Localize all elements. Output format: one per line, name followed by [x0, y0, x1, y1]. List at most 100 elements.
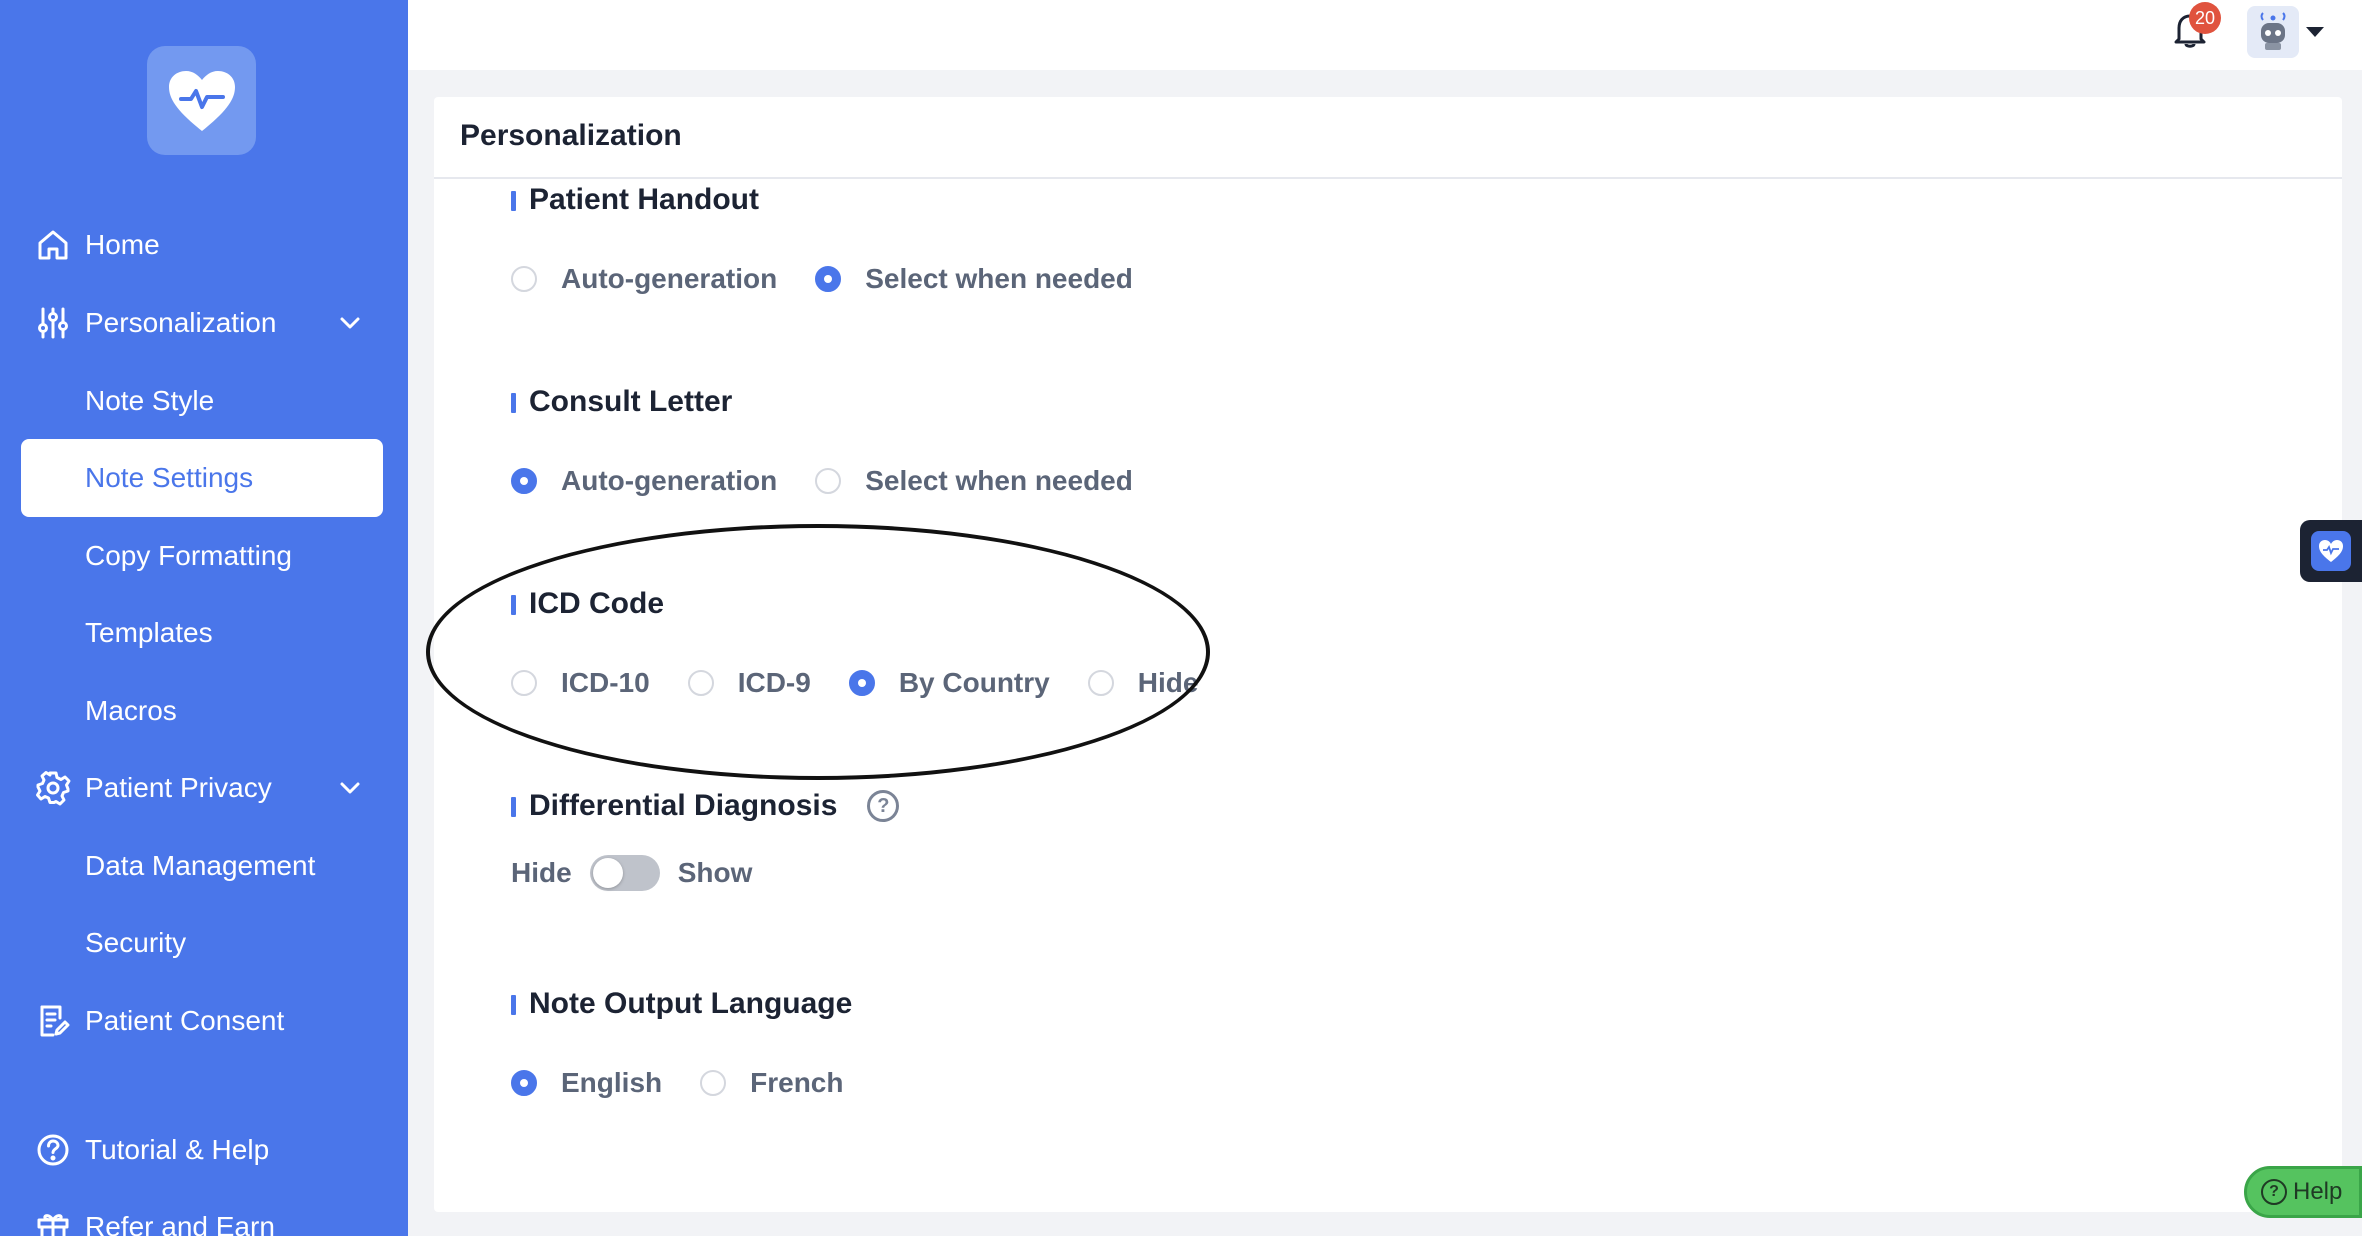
sidebar-item-label: Tutorial & Help: [85, 1134, 270, 1165]
sidebar-item-security[interactable]: Security: [0, 908, 408, 978]
differential-diagnosis-toggle[interactable]: [589, 855, 660, 891]
settings-panel: Personalization Patient Handout Auto-gen…: [434, 97, 2342, 1212]
differential-diagnosis-toggle-row: Hide Show: [511, 853, 752, 893]
sidebar-item-label: Patient Privacy: [85, 772, 272, 803]
radio-label: By Country: [898, 667, 1050, 698]
help-circle-icon: ?: [2261, 1179, 2287, 1205]
icd-code-section: ICD Code ICD-10 ICD-9 By Country Hide: [511, 583, 1911, 698]
help-circle-icon: [34, 1131, 72, 1169]
gear-icon: [34, 769, 72, 807]
sidebar-item-note-settings[interactable]: Note Settings: [0, 443, 408, 513]
radio-indicator[interactable]: [687, 670, 714, 696]
section-title: Consult Letter: [511, 381, 1911, 423]
sidebar-item-label: Patient Consent: [85, 1005, 285, 1036]
sidebar-item-label: Home: [85, 229, 160, 260]
patient-handout-section: Patient Handout Auto-generation Select w…: [511, 179, 1911, 294]
app-logo[interactable]: [147, 46, 256, 155]
toggle-on-label: Show: [677, 857, 753, 888]
radio-auto-generation[interactable]: Auto-generation: [511, 465, 777, 497]
radio-hide[interactable]: Hide: [1087, 667, 1199, 699]
note-output-language-options: English French: [511, 1063, 881, 1103]
chevron-down-icon[interactable]: [336, 774, 364, 802]
radio-icd-10[interactable]: ICD-10: [511, 667, 650, 699]
section-title-text: Differential Diagnosis: [529, 789, 838, 822]
caret-down-icon[interactable]: [2306, 27, 2324, 37]
help-button[interactable]: ? Help: [2244, 1166, 2362, 1218]
note-output-language-section: Note Output Language English French: [511, 983, 1911, 1098]
radio-label: Auto-generation: [561, 263, 778, 294]
sidebar: Home Personalization Note Style Note Set…: [0, 0, 408, 1236]
radio-indicator[interactable]: [511, 1070, 537, 1096]
sidebar-item-label: Copy Formatting: [85, 540, 292, 571]
heart-badge-icon: [2311, 531, 2351, 571]
sidebar-item-note-style[interactable]: Note Style: [0, 366, 408, 436]
radio-label: Select when needed: [865, 465, 1133, 496]
floating-widget-button[interactable]: [2300, 520, 2362, 582]
toggle-off-label: Hide: [511, 857, 572, 888]
radio-english[interactable]: English: [511, 1067, 662, 1099]
consult-letter-section: Consult Letter Auto-generation Select wh…: [511, 381, 1911, 496]
radio-label: Hide: [1137, 667, 1199, 698]
heart-pulse-icon: [168, 70, 235, 131]
sidebar-item-home[interactable]: Home: [0, 210, 408, 280]
radio-label: ICD-10: [561, 667, 650, 698]
radio-label: French: [750, 1067, 844, 1098]
sidebar-item-tutorial-help[interactable]: Tutorial & Help: [0, 1115, 408, 1185]
notification-count-badge: 20: [2189, 2, 2221, 34]
patient-handout-options: Auto-generation Select when needed: [511, 259, 1171, 299]
help-circle-icon[interactable]: ?: [867, 790, 900, 822]
radio-by-country[interactable]: By Country: [848, 667, 1050, 699]
section-title: Patient Handout: [511, 179, 1911, 221]
radio-french[interactable]: French: [700, 1067, 843, 1099]
sidebar-item-macros[interactable]: Macros: [0, 676, 408, 746]
sliders-icon: [34, 304, 72, 342]
sidebar-item-label: Templates: [85, 617, 213, 648]
radio-indicator[interactable]: [815, 266, 842, 292]
sidebar-item-label: Macros: [85, 695, 177, 726]
sidebar-item-label: Refer and Earn: [85, 1211, 275, 1236]
icd-code-options: ICD-10 ICD-9 By Country Hide: [511, 663, 1236, 703]
radio-select-when-needed[interactable]: Select when needed: [815, 465, 1133, 497]
radio-indicator[interactable]: [1087, 670, 1114, 696]
radio-indicator[interactable]: [848, 670, 875, 696]
sidebar-item-label: Security: [85, 927, 187, 958]
sidebar-item-patient-consent[interactable]: Patient Consent: [0, 986, 408, 1056]
sidebar-item-refer-and-earn[interactable]: Refer and Earn: [0, 1192, 408, 1236]
radio-label: ICD-9: [737, 667, 811, 698]
radio-icd-9[interactable]: ICD-9: [687, 667, 811, 699]
avatar[interactable]: [2247, 6, 2299, 58]
radio-auto-generation[interactable]: Auto-generation: [511, 263, 777, 295]
chevron-down-icon[interactable]: [336, 309, 364, 337]
toggle-knob: [592, 858, 623, 888]
radio-indicator[interactable]: [815, 468, 842, 494]
document-icon: [34, 1002, 72, 1040]
sidebar-item-label: Note Style: [85, 385, 215, 416]
sidebar-item-data-management[interactable]: Data Management: [0, 831, 408, 901]
radio-label: Select when needed: [865, 263, 1133, 294]
consult-letter-options: Auto-generation Select when needed: [511, 461, 1171, 501]
sidebar-item-templates[interactable]: Templates: [0, 598, 408, 668]
radio-indicator[interactable]: [511, 468, 537, 494]
radio-label: English: [561, 1067, 663, 1098]
sidebar-item-label: Data Management: [85, 850, 316, 881]
radio-indicator[interactable]: [511, 670, 537, 696]
robot-icon: [2260, 12, 2286, 50]
differential-diagnosis-section: Differential Diagnosis ? Hide Show: [511, 785, 1911, 891]
radio-indicator[interactable]: [700, 1070, 727, 1096]
sidebar-item-personalization[interactable]: Personalization: [0, 288, 408, 358]
radio-select-when-needed[interactable]: Select when needed: [815, 263, 1133, 295]
gift-icon: [34, 1208, 72, 1236]
sidebar-item-label: Personalization: [85, 307, 277, 338]
sidebar-item-copy-formatting[interactable]: Copy Formatting: [0, 521, 408, 591]
sidebar-item-patient-privacy[interactable]: Patient Privacy: [0, 753, 408, 823]
sidebar-item-label: Note Settings: [85, 462, 254, 493]
section-title: Differential Diagnosis ?: [511, 785, 1911, 827]
help-button-label: Help: [2293, 1178, 2343, 1205]
section-title: Note Output Language: [511, 983, 1911, 1025]
home-icon: [34, 226, 72, 264]
radio-label: Auto-generation: [561, 465, 778, 496]
top-bar: [408, 0, 2362, 70]
page-title: Personalization: [460, 119, 682, 152]
radio-indicator[interactable]: [511, 266, 537, 292]
section-title: ICD Code: [511, 583, 1911, 625]
